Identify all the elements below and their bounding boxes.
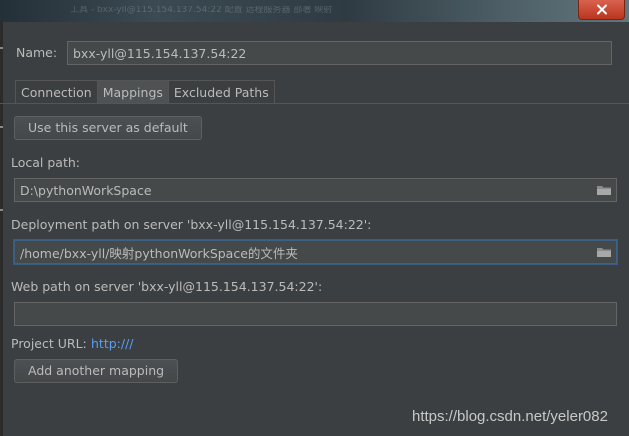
web-path-field[interactable] bbox=[14, 302, 617, 326]
close-icon bbox=[596, 4, 607, 15]
watermark: https://blog.csdn.net/yeler082 bbox=[412, 408, 608, 425]
project-url-link[interactable]: http:/// bbox=[91, 336, 134, 351]
deployment-path-value: /home/bxx-yll/映射pythonWorkSpace的文件夹 bbox=[20, 245, 298, 261]
close-button[interactable] bbox=[578, 0, 625, 20]
local-path-value: D:\pythonWorkSpace bbox=[20, 182, 152, 198]
folder-icon[interactable] bbox=[596, 246, 612, 258]
tab-divider bbox=[0, 103, 629, 104]
name-label: Name: bbox=[16, 45, 58, 60]
edge-mark bbox=[0, 209, 3, 211]
deployment-path-field[interactable]: /home/bxx-yll/映射pythonWorkSpace的文件夹 bbox=[14, 240, 617, 264]
edge-mark bbox=[0, 47, 3, 49]
use-as-default-button[interactable]: Use this server as default bbox=[14, 116, 202, 140]
add-mapping-button[interactable]: Add another mapping bbox=[14, 359, 179, 383]
folder-icon[interactable] bbox=[596, 184, 612, 196]
web-path-label: Web path on server 'bxx-yll@115.154.137.… bbox=[11, 279, 323, 294]
tab-connection[interactable]: Connection bbox=[15, 80, 98, 104]
left-edge bbox=[0, 22, 3, 436]
tab-mappings[interactable]: Mappings bbox=[96, 80, 169, 104]
edge-mark bbox=[0, 126, 3, 128]
project-url-label: Project URL: bbox=[11, 336, 87, 351]
deployment-path-label: Deployment path on server 'bxx-yll@115.1… bbox=[11, 217, 372, 232]
window-titlebar: 工具 - bxx-yll@115.154.137.54:22 配置 远程服务器 … bbox=[0, 0, 629, 22]
titlebar-blurred-text: 工具 - bxx-yll@115.154.137.54:22 配置 远程服务器 … bbox=[70, 6, 333, 14]
name-field[interactable]: bxx-yll@115.154.137.54:22 bbox=[67, 41, 612, 65]
tab-bar: Connection Mappings Excluded Paths bbox=[15, 80, 275, 104]
local-path-label: Local path: bbox=[11, 155, 81, 170]
local-path-field[interactable]: D:\pythonWorkSpace bbox=[14, 178, 617, 202]
tab-excluded-paths[interactable]: Excluded Paths bbox=[167, 80, 275, 104]
